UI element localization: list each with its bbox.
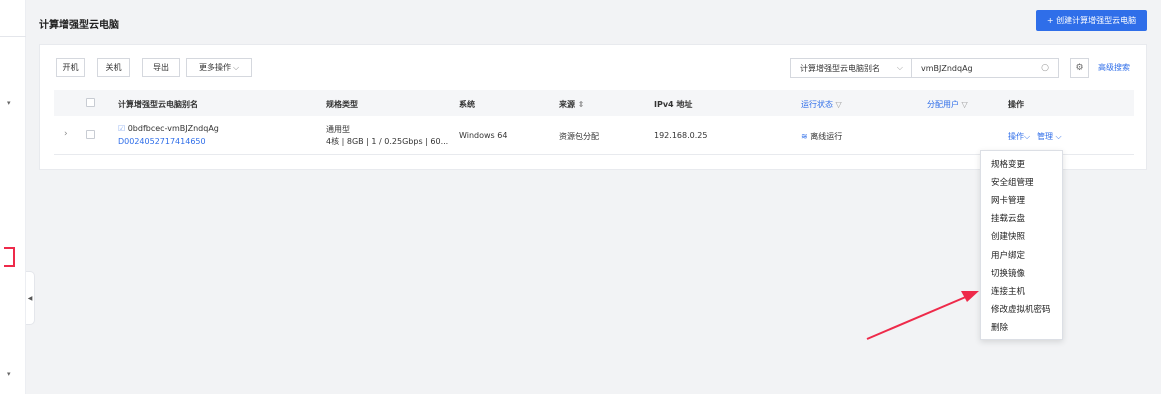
search-input-value: vmBJZndqAg [921,63,973,73]
row-manage-label: 管理 [1037,132,1053,141]
row-action-dropdown[interactable]: 操作⌵ [1008,131,1030,142]
select-all-checkbox[interactable] [86,98,95,107]
col-status[interactable]: 运行状态 ▽ [801,99,842,110]
menu-item-connect-host[interactable]: 连接主机 [981,282,1062,300]
sidebar: ▾ ▾ [0,0,26,394]
row-id-link[interactable]: D0024052717414650 [118,137,206,146]
chevron-left-icon: ◀ [27,294,33,302]
filter-icon[interactable]: ▽ [836,100,842,109]
menu-item-attach-disk[interactable]: 挂载云盘 [981,209,1062,227]
more-actions-button[interactable]: 更多操作 ⌵ [186,58,252,77]
sidebar-caret-icon[interactable]: ▾ [7,370,11,378]
filter-field-label: 计算增强型云电脑别名 [800,63,880,73]
col-user[interactable]: 分配用户 ▽ [927,99,968,110]
row-spec-detail: 4核 | 8GB | 1 / 0.25Gbps | 60... [326,137,449,146]
sort-icon[interactable]: ⇕ [578,100,585,109]
row-ipv4: 192.168.0.25 [654,131,708,140]
search-icon[interactable]: ○ [1041,63,1049,73]
manage-dropdown-menu: 规格变更 安全组管理 网卡管理 挂载云盘 创建快照 用户绑定 切换镜像 连接主机… [980,150,1063,340]
col-source[interactable]: 来源 ⇕ [559,99,585,110]
row-spec-type: 通用型 [326,125,350,134]
collapse-sidebar-handle[interactable]: ◀ [26,271,35,325]
sidebar-divider [0,36,26,37]
create-button[interactable]: + 创建计算增强型云电脑 [1036,10,1147,31]
chevron-down-icon: ⌵ [232,62,240,72]
edit-icon[interactable]: ☑ [118,124,125,133]
sidebar-caret-icon[interactable]: ▾ [7,99,11,107]
chevron-down-icon: ⌵ [1024,132,1031,141]
gear-icon[interactable]: ⚙ [1070,58,1089,78]
col-os: 系统 [459,100,475,109]
export-button[interactable]: 导出 [142,58,180,77]
row-name: 0bdfbcec-vmBJZndqAg [127,124,219,133]
advanced-search-link[interactable]: 高级搜索 [1098,62,1130,73]
start-button[interactable]: 开机 [56,58,85,77]
shutdown-button[interactable]: 关机 [97,58,130,77]
col-spec: 规格类型 [326,100,358,109]
table-row: › ☑ 0bdfbcec-vmBJZndqAg D002405271741465… [54,116,1134,155]
menu-item-switch-image[interactable]: 切换镜像 [981,264,1062,282]
page-header [27,0,1161,44]
chevron-down-icon: ⌵ [896,63,903,72]
filter-icon[interactable]: ▽ [962,100,968,109]
search-input[interactable]: vmBJZndqAg ○ [911,58,1059,78]
col-user-label: 分配用户 [927,100,959,109]
col-ipv4: IPv4 地址 [654,100,693,109]
menu-item-snapshot[interactable]: 创建快照 [981,227,1062,245]
menu-item-bind-user[interactable]: 用户绑定 [981,245,1062,263]
menu-item-resize[interactable]: 规格变更 [981,155,1062,173]
row-status: ≋ 离线运行 [801,131,842,142]
chevron-right-icon[interactable]: › [64,129,68,139]
col-name: 计算增强型云电脑别名 [118,100,198,109]
annotation-bracket [4,247,15,267]
menu-item-security-group[interactable]: 安全组管理 [981,173,1062,191]
wifi-icon: ≋ [801,132,808,141]
menu-item-nic[interactable]: 网卡管理 [981,191,1062,209]
menu-item-delete[interactable]: 删除 [981,318,1062,336]
col-status-label: 运行状态 [801,100,833,109]
row-os: Windows 64 [459,131,508,140]
menu-item-change-password[interactable]: 修改虚拟机密码 [981,300,1062,318]
row-name-link[interactable]: ☑ 0bdfbcec-vmBJZndqAg [118,124,219,133]
row-manage-dropdown[interactable]: 管理 ⌵ [1037,131,1062,142]
table-header: 计算增强型云电脑别名 规格类型 系统 来源 ⇕ IPv4 地址 运行状态 ▽ 分… [54,90,1134,116]
row-status-label: 离线运行 [810,132,843,141]
row-checkbox[interactable] [86,130,95,139]
chevron-down-icon: ⌵ [1053,132,1062,141]
row-action-label: 操作 [1008,132,1024,141]
col-source-label: 来源 [559,100,575,109]
col-actions: 操作 [1008,100,1024,109]
page-title: 计算增强型云电脑 [39,20,119,31]
row-source: 资源包分配 [559,132,599,141]
filter-field-select[interactable]: 计算增强型云电脑别名 ⌵ [790,58,912,78]
more-actions-label: 更多操作 [198,63,231,72]
